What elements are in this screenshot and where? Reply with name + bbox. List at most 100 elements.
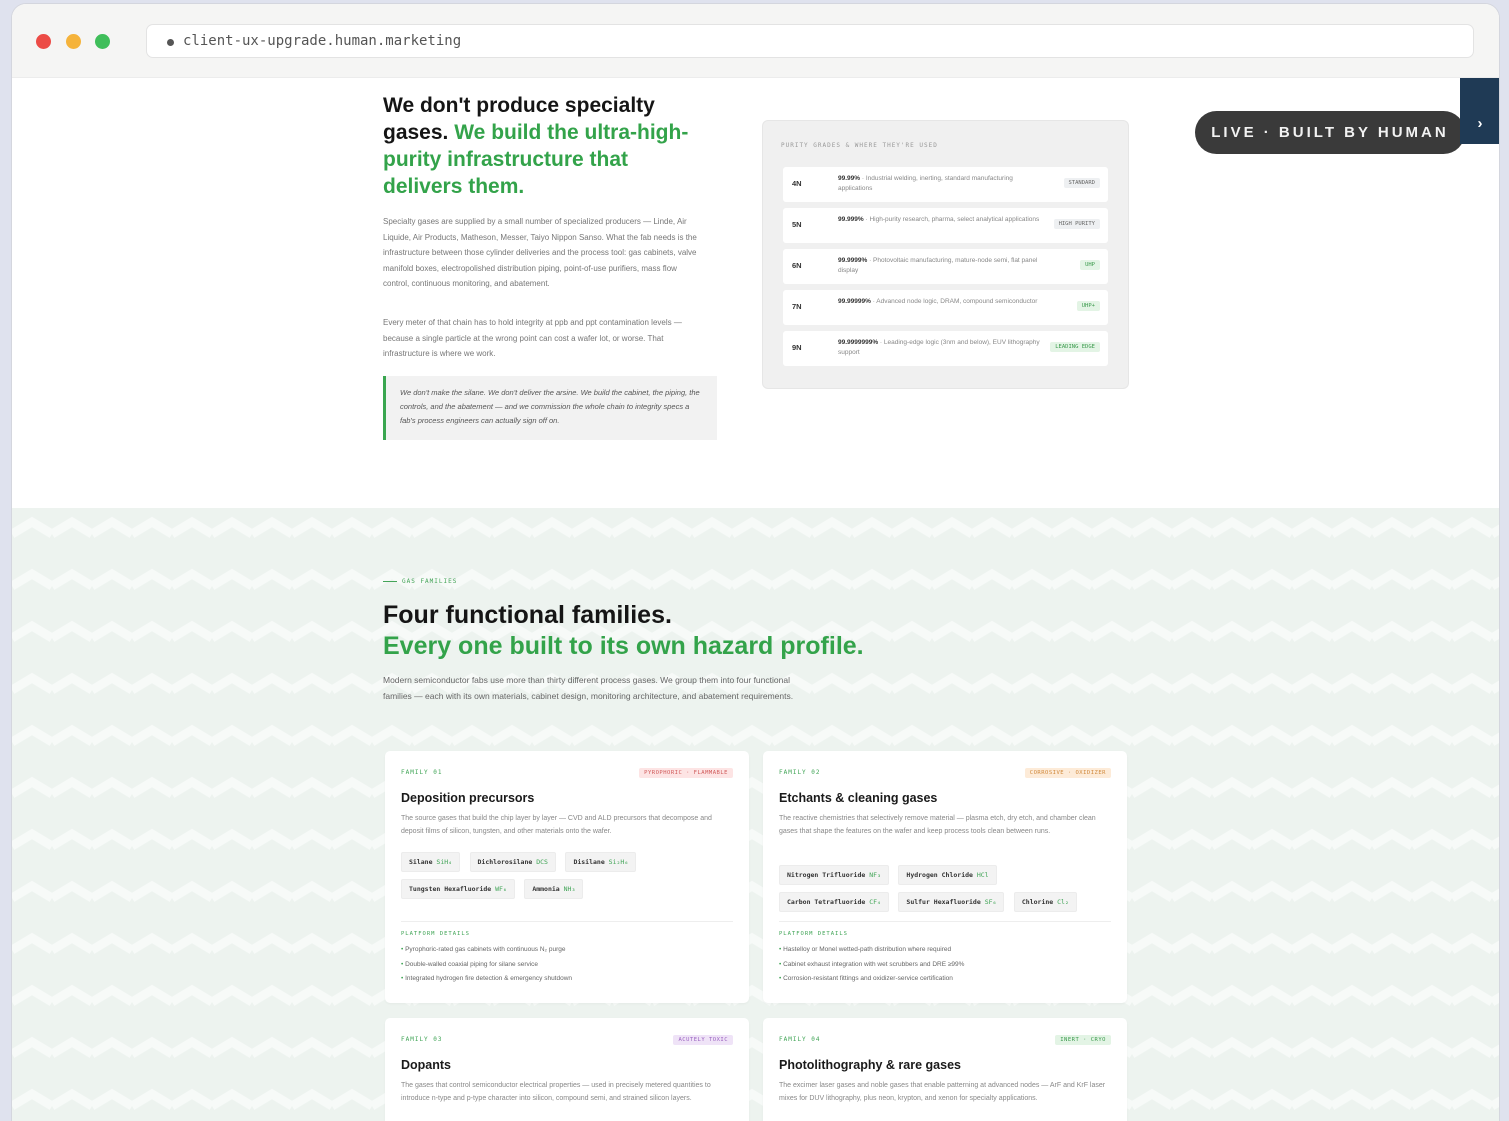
url-text[interactable]: client-ux-upgrade.human.marketing bbox=[183, 33, 461, 49]
section-intro: Modern semiconductor fabs use more than … bbox=[383, 675, 794, 701]
gas-name: Nitrogen Trifluoride bbox=[787, 871, 866, 879]
family-card[interactable]: FAMILY 03 ACUTELY TOXIC Dopants The gase… bbox=[385, 1018, 749, 1121]
card-divider bbox=[779, 921, 1111, 922]
gas-chip[interactable]: Nitrogen Trifluoride NF₃ bbox=[779, 865, 889, 885]
family-label: FAMILY 02 bbox=[779, 769, 821, 776]
family-card[interactable]: FAMILY 01 PYROPHORIC · FLAMMABLE Deposit… bbox=[385, 751, 749, 1003]
grade-number: 7N bbox=[792, 302, 802, 311]
grade-description: 99.99999% · Advanced node logic, DRAM, c… bbox=[838, 297, 1046, 307]
eyebrow-line bbox=[383, 581, 397, 582]
grade-use: · Advanced node logic, DRAM, compound se… bbox=[870, 298, 1038, 305]
grade-tag: STANDARD bbox=[1063, 178, 1100, 188]
platform-bullet: Double-walled coaxial piping for silane … bbox=[401, 958, 736, 973]
gas-name: Disilane bbox=[573, 858, 605, 866]
gas-name: Silane bbox=[409, 858, 433, 866]
hazard-badge: PYROPHORIC · FLAMMABLE bbox=[639, 768, 733, 778]
grade-number: 9N bbox=[792, 343, 802, 352]
gas-name: Hydrogen Chloride bbox=[906, 871, 973, 879]
family-title: Etchants & cleaning gases bbox=[779, 791, 938, 805]
gas-formula: SF₆ bbox=[984, 898, 997, 906]
grade-purity: 99.99% bbox=[838, 175, 861, 182]
section-title-dark: Four functional families. bbox=[383, 601, 672, 629]
family-card[interactable]: FAMILY 04 INERT · CRYO Photolithography … bbox=[763, 1018, 1127, 1121]
platform-bullet: Hastelloy or Monel wetted-path distribut… bbox=[779, 943, 1114, 958]
hero-paragraph-2: Every meter of that chain has to hold in… bbox=[383, 318, 682, 358]
platform-bullet: Cabinet exhaust integration with wet scr… bbox=[779, 958, 1114, 973]
section-title: Four functional families. Every one buil… bbox=[383, 600, 864, 662]
platform-bullets: Pyrophoric-rated gas cabinets with conti… bbox=[401, 943, 736, 987]
minimize-window-button[interactable] bbox=[66, 34, 81, 49]
gas-chip[interactable]: Hydrogen Chloride HCl bbox=[898, 865, 997, 885]
close-window-button[interactable] bbox=[36, 34, 51, 49]
family-title: Dopants bbox=[401, 1058, 451, 1072]
gas-chip[interactable]: Sulfur Hexafluoride SF₆ bbox=[898, 892, 1005, 912]
hero-title: We don't produce specialty gases. We bui… bbox=[383, 92, 713, 200]
family-label: FAMILY 04 bbox=[779, 1036, 821, 1043]
gas-formula: CF₄ bbox=[869, 898, 881, 906]
gas-families-section: GAS FAMILIES Four functional families. E… bbox=[12, 508, 1499, 1121]
card-divider bbox=[401, 921, 733, 922]
gas-name: Carbon Tetrafluoride bbox=[787, 898, 866, 906]
gas-formula: Cl₂ bbox=[1057, 898, 1069, 906]
purity-grades-panel: PURITY GRADES & WHERE THEY'RE USED 4N 99… bbox=[762, 120, 1129, 389]
grade-description: 99.9999999% · Leading-edge logic (3nm an… bbox=[838, 338, 1046, 358]
section-eyebrow: GAS FAMILIES bbox=[383, 578, 457, 585]
gas-chip[interactable]: Tungsten Hexafluoride WF₆ bbox=[401, 879, 515, 899]
platform-bullet: Integrated hydrogen fire detection & eme… bbox=[401, 972, 736, 987]
gas-name: Sulfur Hexafluoride bbox=[906, 898, 981, 906]
grade-tag: LEADING EDGE bbox=[1050, 342, 1100, 352]
grade-use: · High-purity research, pharma, select a… bbox=[863, 216, 1040, 223]
grade-purity: 99.999% bbox=[838, 216, 864, 223]
platform-bullets: Hastelloy or Monel wetted-path distribut… bbox=[779, 943, 1114, 987]
gas-formula: Si₂H₆ bbox=[608, 858, 629, 866]
grade-use: · Photovoltaic manufacturing, mature-nod… bbox=[838, 257, 1038, 274]
gas-name: Ammonia bbox=[532, 885, 560, 893]
eyebrow-text: GAS FAMILIES bbox=[402, 578, 458, 585]
grade-number: 6N bbox=[792, 261, 802, 270]
grade-description: 99.9999% · Photovoltaic manufacturing, m… bbox=[838, 256, 1046, 276]
gas-formula: HCl bbox=[976, 871, 989, 879]
grade-row: 7N 99.99999% · Advanced node logic, DRAM… bbox=[783, 290, 1108, 325]
family-description: The source gases that build the chip lay… bbox=[401, 815, 712, 835]
grade-tag: UHP+ bbox=[1076, 301, 1100, 311]
grade-number: 4N bbox=[792, 179, 802, 188]
maximize-window-button[interactable] bbox=[95, 34, 110, 49]
grade-row: 6N 99.9999% · Photovoltaic manufacturing… bbox=[783, 249, 1108, 284]
family-description: The reactive chemistries that selectivel… bbox=[779, 815, 1096, 835]
family-title: Photolithography & rare gases bbox=[779, 1058, 961, 1072]
page-content: We don't produce specialty gases. We bui… bbox=[12, 78, 1499, 1121]
browser-window: client-ux-upgrade.human.marketing We don… bbox=[12, 4, 1499, 1121]
platform-label: PLATFORM DETAILS bbox=[401, 931, 470, 937]
gas-chip[interactable]: Ammonia NH₃ bbox=[524, 879, 584, 899]
family-label: FAMILY 03 bbox=[401, 1036, 443, 1043]
section-title-green: Every one built to its own hazard profil… bbox=[383, 632, 864, 660]
family-label: FAMILY 01 bbox=[401, 769, 443, 776]
family-card[interactable]: FAMILY 02 CORROSIVE · OXIDIZER Etchants … bbox=[763, 751, 1127, 1003]
side-panel-toggle[interactable]: › bbox=[1460, 78, 1499, 144]
grade-row: 5N 99.999% · High-purity research, pharm… bbox=[783, 208, 1108, 243]
gas-chip-list: Nitrogen Trifluoride NF₃ Hydrogen Chlori… bbox=[779, 864, 1114, 918]
hero-paragraph-1: Specialty gases are supplied by a small … bbox=[383, 217, 697, 288]
gas-name: Tungsten Hexafluoride bbox=[409, 885, 492, 893]
gas-chip[interactable]: Dichlorosilane DCS bbox=[469, 852, 556, 872]
gas-chip[interactable]: Carbon Tetrafluoride CF₄ bbox=[779, 892, 889, 912]
gas-formula: SiH₄ bbox=[436, 858, 453, 866]
gas-chip-list: Silane SiH₄ Dichlorosilane DCS Disilane … bbox=[401, 851, 736, 905]
gas-chip[interactable]: Disilane Si₂H₆ bbox=[565, 852, 637, 872]
family-description: The excimer laser gases and noble gases … bbox=[779, 1082, 1106, 1102]
grade-description: 99.999% · High-purity research, pharma, … bbox=[838, 215, 1046, 225]
gas-chip[interactable]: Silane SiH₄ bbox=[401, 852, 461, 872]
gas-chip[interactable]: Chlorine Cl₂ bbox=[1013, 892, 1077, 912]
browser-toolbar: client-ux-upgrade.human.marketing bbox=[12, 4, 1499, 78]
platform-label: PLATFORM DETAILS bbox=[779, 931, 848, 937]
grade-number: 5N bbox=[792, 220, 802, 229]
address-bar[interactable]: client-ux-upgrade.human.marketing bbox=[146, 24, 1474, 58]
live-built-by-human-badge[interactable]: LIVE · BUILT BY HUMAN bbox=[1195, 111, 1465, 154]
gas-formula: NF₃ bbox=[869, 871, 881, 879]
grade-purity: 99.9999% bbox=[838, 257, 868, 264]
grade-description: 99.99% · Industrial welding, inerting, s… bbox=[838, 174, 1046, 194]
chevron-right-icon: › bbox=[1477, 115, 1483, 132]
hazard-badge: INERT · CRYO bbox=[1055, 1035, 1111, 1045]
gas-name: Dichlorosilane bbox=[477, 858, 533, 866]
panel-title: PURITY GRADES & WHERE THEY'RE USED bbox=[781, 142, 938, 149]
